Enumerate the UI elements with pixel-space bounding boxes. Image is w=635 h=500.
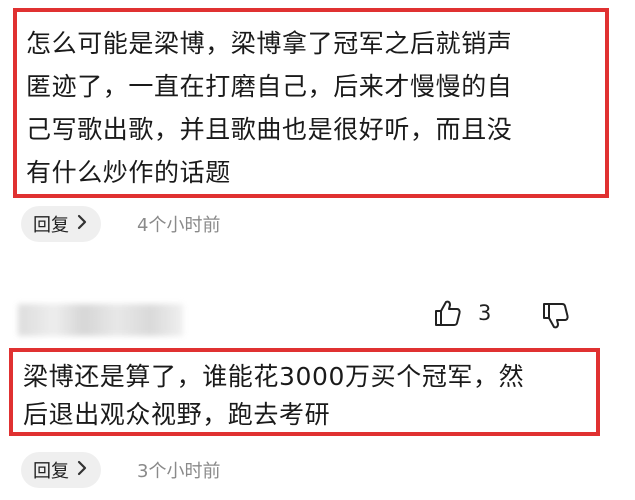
comment-1-line-2: 匿迹了，一直在打磨自己，后来才慢慢的自	[26, 72, 513, 101]
comment-1-line-1: 怎么可能是梁博，梁博拿了冠军之后就销声	[26, 29, 513, 58]
comment-1-timestamp: 4个小时前	[137, 215, 221, 236]
thumbs-down-icon[interactable]	[540, 301, 570, 331]
comment-2-dislike-group	[540, 301, 570, 335]
comment-2-like-count: 3	[478, 301, 492, 325]
reply-label: 回复	[33, 461, 69, 482]
comment-2-highlight-box: 梁博还是算了，谁能花3000万买个冠军，然 后退出观众视野，跑去考研	[9, 348, 600, 436]
comment-2-reply-button[interactable]: 回复	[21, 452, 101, 488]
blurred-username-avatar	[18, 304, 183, 336]
reply-label: 回复	[33, 215, 69, 236]
comment-1-text: 怎么可能是梁博，梁博拿了冠军之后就销声 匿迹了，一直在打磨自己，后来才慢慢的自 …	[26, 22, 597, 194]
comment-2-line-2: 后退出观众视野，跑去考研	[23, 400, 331, 429]
comment-2-text: 梁博还是算了，谁能花3000万买个冠军，然 后退出观众视野，跑去考研	[23, 358, 588, 434]
comment-1-reply-button[interactable]: 回复	[21, 206, 101, 242]
comment-1-line-4: 有什么炒作的话题	[26, 158, 231, 187]
comment-2-footer: 回复 3个小时前	[21, 452, 220, 488]
comment-2-timestamp: 3个小时前	[137, 461, 221, 482]
comment-1-line-3: 己写歌出歌，并且歌曲也是很好听，而且没	[26, 115, 513, 144]
thumbs-up-icon[interactable]	[432, 298, 462, 328]
comment-2-like-group: 3	[432, 298, 491, 328]
chevron-right-icon	[77, 214, 87, 235]
comment-1-footer: 回复 4个小时前	[21, 206, 220, 242]
comment-1-highlight-box: 怎么可能是梁博，梁博拿了冠军之后就销声 匿迹了，一直在打磨自己，后来才慢慢的自 …	[13, 8, 609, 198]
comment-2-line-1: 梁博还是算了，谁能花3000万买个冠军，然	[23, 362, 525, 391]
chevron-right-icon	[77, 460, 87, 481]
